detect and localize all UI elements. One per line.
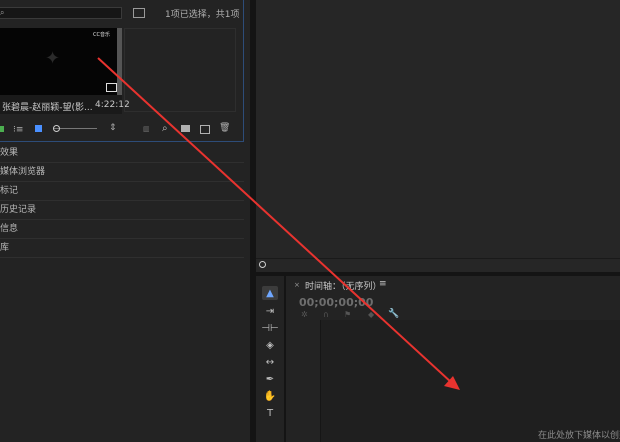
timeline-display-icon[interactable]: ◆ xyxy=(368,310,374,319)
search-icon: ⌕ xyxy=(0,8,5,17)
hand-tool-icon[interactable]: ✋ xyxy=(262,389,278,403)
search-input[interactable]: ⌕ xyxy=(0,7,122,19)
find-icon[interactable]: ⌕ xyxy=(162,123,168,134)
clip-artwork: ✦ xyxy=(45,48,61,69)
zoom-slider[interactable] xyxy=(53,125,97,132)
wrench-icon[interactable]: 🔧 xyxy=(388,309,399,319)
new-bin-from-search-icon[interactable] xyxy=(133,8,145,18)
icon-view-icon[interactable]: ⁝≡ xyxy=(13,125,23,135)
timeline-drop-hint: 在此处放下媒体以创建 xyxy=(538,431,620,441)
clip-watermark-badge: CC音乐 xyxy=(93,32,110,38)
monitor-scrollbar[interactable] xyxy=(256,258,620,273)
razor-tool-icon[interactable]: ◈ xyxy=(262,338,278,352)
clip-name: 张碧晨-赵丽颖-望(影... xyxy=(2,103,93,113)
monitor-playhead-handle[interactable] xyxy=(259,261,266,268)
pen-tool-icon[interactable]: ✒ xyxy=(262,372,278,386)
linked-selection-icon[interactable]: ∩ xyxy=(323,310,329,319)
new-item-icon[interactable] xyxy=(200,125,210,134)
panel-history[interactable]: 历史记录 xyxy=(0,201,244,220)
automate-icon[interactable]: ▥ xyxy=(143,125,150,133)
panel-markers[interactable]: 标记 xyxy=(0,182,244,201)
clip-badge-icon xyxy=(106,83,117,92)
timeline-timecode[interactable]: 00;00;00;00 xyxy=(299,296,373,309)
snap-icon[interactable]: ✲ xyxy=(301,310,308,319)
selection-tool-icon[interactable]: ▲ xyxy=(262,286,278,300)
track-select-tool-icon[interactable]: ⇥ xyxy=(262,304,278,318)
add-marker-icon[interactable]: ⚑ xyxy=(344,310,351,319)
tools-panel: ▲ ⇥ ⊣⊢ ◈ ↔ ✒ ✋ T xyxy=(256,276,286,442)
panel-libraries[interactable]: 库 xyxy=(0,239,244,258)
timeline-title: 时间轴：（无序列） xyxy=(305,282,382,292)
slip-tool-icon[interactable]: ↔ xyxy=(262,355,278,369)
empty-slot xyxy=(124,28,236,112)
freeform-view-icon[interactable] xyxy=(35,125,42,132)
panel-info[interactable]: 信息 xyxy=(0,220,244,239)
sort-icon[interactable]: ⇕ xyxy=(109,123,117,133)
type-tool-icon[interactable]: T xyxy=(262,406,278,420)
clip-scroll-strip xyxy=(117,28,122,95)
selection-info: 1项已选择，共1项 xyxy=(165,10,240,20)
zoom-slider-handle[interactable] xyxy=(53,125,60,132)
panel-media-browser[interactable]: 媒体浏览器 xyxy=(0,163,244,182)
list-view-icon[interactable] xyxy=(0,126,4,132)
timeline-menu-icon[interactable]: ≡ xyxy=(379,279,387,289)
trash-icon[interactable]: 🗑 xyxy=(219,123,230,133)
program-monitor xyxy=(256,0,620,272)
ripple-edit-tool-icon[interactable]: ⊣⊢ xyxy=(261,321,278,335)
new-bin-icon[interactable] xyxy=(181,125,190,132)
panel-effects[interactable]: 效果 xyxy=(0,144,244,163)
timeline-close-icon[interactable]: × xyxy=(294,281,300,289)
clip-preview-image: CC音乐 ✦ xyxy=(0,28,117,95)
timeline-drop-area[interactable] xyxy=(320,320,620,442)
